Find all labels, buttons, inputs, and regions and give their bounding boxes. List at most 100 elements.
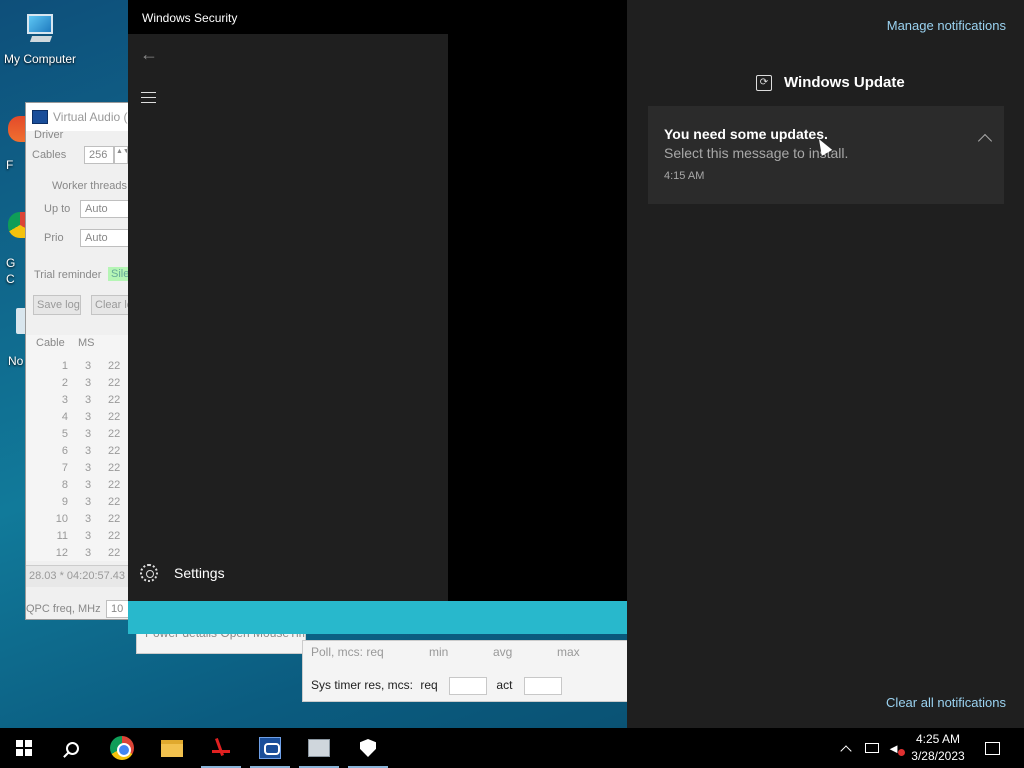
desktop-icon-label: C	[6, 272, 15, 286]
table-row[interactable]: 12 3 22	[26, 544, 134, 561]
settings-nav-item[interactable]: Settings	[140, 564, 225, 582]
taskbar-file-explorer[interactable]	[148, 728, 196, 768]
search-button[interactable]	[48, 728, 96, 768]
clock-date: 3/28/2023	[911, 749, 965, 763]
table-header-cable[interactable]: Cable	[26, 335, 68, 357]
prio-select[interactable]: Auto	[80, 229, 134, 247]
trial-reminder-label: Trial reminder	[34, 269, 102, 281]
windows-security-title: Windows Security	[142, 11, 238, 25]
table-cell: 3	[84, 529, 92, 542]
taskbar-virtual-audio-cable[interactable]	[246, 728, 294, 768]
table-row[interactable]: 1 3 22	[26, 357, 134, 374]
table-cell: 4	[61, 410, 68, 423]
table-cell: 3	[84, 376, 92, 389]
table-row[interactable]: 10 3 22	[26, 510, 134, 527]
vac-icon	[259, 737, 281, 759]
worker-threads-label: Worker threads	[52, 180, 127, 192]
vac-app-icon	[32, 110, 48, 124]
table-cell: 3	[84, 427, 92, 440]
notification-group-title: Windows Update	[784, 74, 905, 91]
cables-spinner[interactable]: ▲▼	[114, 146, 128, 164]
taskbar-app-red[interactable]	[197, 728, 245, 768]
table-row[interactable]: 11 3 22	[26, 527, 134, 544]
sys-timer-row: Sys timer res, mcs: req act	[311, 677, 568, 695]
table-cell: 3	[84, 546, 92, 559]
taskbar-chrome[interactable]	[98, 728, 146, 768]
taskbar: ◄ 4:25 AM 3/28/2023	[0, 728, 1024, 768]
cables-table: Cable MS 1 3 22 2 3 22 3 3 22 4 3 22 5 3 22 6 3 22 7…	[26, 335, 134, 561]
table-cell: 3	[84, 359, 92, 372]
start-button[interactable]	[0, 728, 48, 768]
table-row[interactable]: 9 3 22	[26, 493, 134, 510]
table-cell: 3	[84, 393, 92, 406]
show-hidden-icons-button[interactable]	[838, 728, 854, 768]
table-cell: 7	[61, 461, 68, 474]
desktop-icon-label: G	[6, 256, 16, 270]
poll-row: Poll, mcs: req min avg max	[303, 641, 629, 661]
table-cell: 10	[55, 512, 68, 525]
table-row[interactable]: 2 3 22	[26, 374, 134, 391]
manage-notifications-link[interactable]: Manage notifications	[887, 18, 1006, 33]
windows-logo-icon	[16, 740, 32, 756]
req-field[interactable]	[449, 677, 488, 695]
notification-group-header: ⟳ Windows Update	[756, 74, 905, 91]
taskbar-clock[interactable]: 4:25 AM 3/28/2023	[908, 731, 968, 765]
table-cell: 12	[55, 546, 68, 559]
table-row[interactable]: 3 3 22	[26, 391, 134, 408]
qpc-freq-label: QPC freq, MHz	[26, 603, 101, 615]
table-row[interactable]: 8 3 22	[26, 476, 134, 493]
taskbar-windows-security[interactable]	[344, 728, 392, 768]
table-row[interactable]: 5 3 22	[26, 425, 134, 442]
latency-window[interactable]: Poll, mcs: req min avg max Sys timer res…	[302, 640, 628, 702]
muted-x-icon	[897, 748, 905, 756]
table-row[interactable]: 7 3 22	[26, 459, 134, 476]
act-field[interactable]	[523, 677, 562, 695]
notification-card[interactable]: You need some updates. Select this messa…	[648, 106, 1004, 204]
save-log-button[interactable]: Save log	[33, 295, 81, 315]
clear-all-notifications-link[interactable]: Clear all notifications	[886, 695, 1006, 710]
table-cell: 3	[84, 478, 92, 491]
windows-update-icon: ⟳	[756, 74, 772, 91]
up-to-select[interactable]: Auto	[80, 200, 134, 218]
desktop-icon-label: My Computer	[3, 52, 77, 66]
driver-label: Driver	[34, 129, 64, 141]
table-row[interactable]: 6 3 22	[26, 442, 134, 459]
desktop-icon-label: F	[6, 158, 14, 172]
volume-tray-button[interactable]: ◄	[885, 728, 907, 768]
network-tray-button[interactable]	[862, 728, 882, 768]
computer-icon	[308, 739, 330, 757]
table-cell: 2	[61, 376, 68, 389]
vac-titlebar[interactable]: Virtual Audio (	[26, 103, 134, 131]
accent-bar	[128, 601, 628, 634]
settings-label: Settings	[174, 565, 225, 581]
app-red-icon	[212, 738, 230, 758]
folder-icon	[161, 739, 183, 757]
table-header-ms[interactable]: MS	[68, 335, 108, 357]
gear-icon	[140, 564, 158, 582]
table-cell: 3	[84, 512, 92, 525]
table-cell: 3	[84, 410, 92, 423]
shield-icon	[360, 739, 376, 757]
action-center-button[interactable]	[982, 728, 1002, 768]
cables-input[interactable]: 256	[84, 146, 114, 164]
windows-security-nav-pane: ← Settings	[128, 34, 448, 601]
table-cell: 6	[61, 444, 68, 457]
table-cell: 8	[61, 478, 68, 491]
taskbar-my-computer[interactable]	[295, 728, 343, 768]
sys-timer-label: Sys timer res, mcs:	[311, 678, 414, 693]
desktop-icon-my-computer[interactable]: My Computer	[0, 8, 80, 66]
chevron-up-icon	[840, 744, 852, 757]
windows-security-window[interactable]: Windows Security ← Settings	[128, 0, 628, 634]
table-row[interactable]: 4 3 22	[26, 408, 134, 425]
search-icon	[65, 741, 79, 755]
table-cell: 5	[61, 427, 68, 440]
poll-min-label: min	[429, 645, 449, 659]
network-icon	[865, 743, 879, 753]
table-cell: 3	[84, 495, 92, 508]
virtual-audio-cable-window[interactable]: Virtual Audio ( Driver Cables 256 ▲▼ Wor…	[25, 102, 135, 620]
vac-title: Virtual Audio (	[53, 110, 128, 124]
back-arrow-icon[interactable]: ←	[140, 44, 158, 65]
hamburger-menu-icon[interactable]	[141, 92, 156, 107]
poll-avg-label: avg	[493, 645, 513, 659]
poll-max-label: max	[557, 645, 580, 659]
